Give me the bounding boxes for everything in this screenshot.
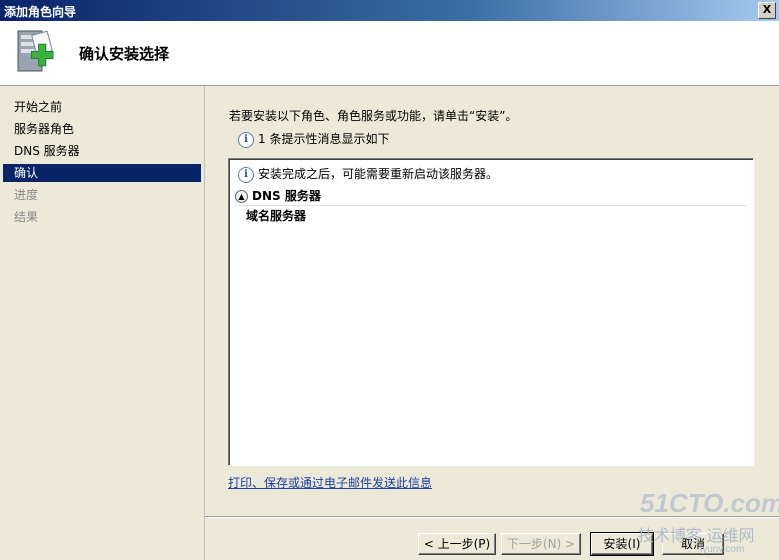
info-icon: i <box>238 131 254 148</box>
page-title: 确认安装选择 <box>79 45 170 63</box>
info-count-text: 1 条提示性消息显示如下 <box>258 132 390 146</box>
nav-item-before-you-begin[interactable]: 开始之前 <box>3 98 201 116</box>
collapse-icon[interactable]: ▲ <box>235 190 248 203</box>
restart-note-text: 安装完成之后，可能需要重新启动该服务器。 <box>258 167 499 181</box>
next-button: 下一步(N) > <box>501 533 581 555</box>
close-button[interactable]: X <box>758 2 776 19</box>
nav-item-progress: 进度 <box>14 188 39 202</box>
nav-item-confirmation[interactable]: 确认 <box>3 164 201 182</box>
window-title: 添加角色向导 <box>4 5 77 19</box>
print-save-email-link[interactable]: 打印、保存或通过电子邮件发送此信息 <box>228 474 432 491</box>
nav-item-results: 结果 <box>14 210 39 224</box>
section-item: 域名服务器 <box>246 209 307 223</box>
confirmation-panel[interactable]: i 安装完成之后，可能需要重新启动该服务器。 ▲ DNS 服务器 域名服务器 <box>228 158 754 466</box>
wizard-nav: 开始之前 服务器角色 DNS 服务器 确认 进度 结果 <box>0 86 205 560</box>
footer-divider <box>205 516 779 518</box>
info-summary: i 1 条提示性消息显示如下 <box>238 130 389 148</box>
restart-note: i 安装完成之后，可能需要重新启动该服务器。 <box>238 165 498 183</box>
title-bar: 添加角色向导 X <box>0 0 779 21</box>
instruction-text: 若要安装以下角色、角色服务或功能，请单击“安装”。 <box>229 109 518 123</box>
wizard-header: 确认安装选择 <box>0 21 779 86</box>
section-title: DNS 服务器 <box>252 189 321 203</box>
previous-button[interactable]: < 上一步(P) <box>418 533 496 555</box>
cancel-button[interactable]: 取消 <box>662 533 724 555</box>
server-add-icon <box>17 30 54 72</box>
dns-section-header[interactable]: ▲ DNS 服务器 <box>235 187 747 206</box>
nav-item-dns-server[interactable]: DNS 服务器 <box>3 142 201 160</box>
nav-item-server-roles[interactable]: 服务器角色 <box>3 120 201 138</box>
content-pane: 若要安装以下角色、角色服务或功能，请单击“安装”。 i1 条提示性消息显示如下 … <box>205 86 779 560</box>
info-icon: i <box>238 166 254 183</box>
install-button[interactable]: 安装(I) <box>590 532 654 556</box>
